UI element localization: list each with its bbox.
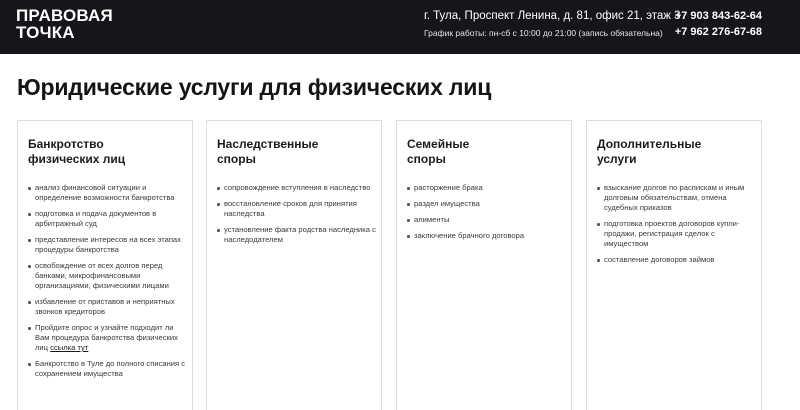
list-item: расторжение брака <box>407 183 567 193</box>
card-title-line-1: Дополнительные <box>597 137 702 151</box>
service-list: сопровождение вступления в наследство во… <box>217 183 377 251</box>
service-list: взыскание долгов по распискам и иным дол… <box>597 183 757 271</box>
list-item: сопровождение вступления в наследство <box>217 183 377 193</box>
list-item: подготовка и подача документов в арбитра… <box>28 209 188 229</box>
card-title-line-2: споры <box>217 152 256 166</box>
card-title-line-2: споры <box>407 152 446 166</box>
card-title: Дополнительные услуги <box>597 137 747 167</box>
survey-link[interactable]: ссылка тут <box>50 343 88 352</box>
phone-link-2[interactable]: +7 962 276-67-68 <box>675 26 762 38</box>
list-item: представление интересов на всех этапах п… <box>28 235 188 255</box>
card-title-line-1: Семейные <box>407 137 470 151</box>
card-title-line-2: физических лиц <box>28 152 126 166</box>
service-card-bankruptcy: Банкротство физических лиц анализ финанс… <box>17 120 193 410</box>
service-list: расторжение брака раздел имущества алиме… <box>407 183 567 247</box>
list-item: освобождение от всех долгов перед банкам… <box>28 261 188 291</box>
card-title-line-2: услуги <box>597 152 637 166</box>
page-title: Юридические услуги для физических лиц <box>17 74 492 100</box>
list-item: подготовка проектов договоров купли-прод… <box>597 219 757 249</box>
list-item: составление договоров займов <box>597 255 757 265</box>
card-title-line-1: Банкротство <box>28 137 104 151</box>
list-item-survey: Пройдите опрос и узнайте подходит ли Вам… <box>28 323 188 353</box>
list-item: взыскание долгов по распискам и иным дол… <box>597 183 757 213</box>
list-item: установление факта родства наследника с … <box>217 225 377 245</box>
service-card-inheritance: Наследственные споры сопровождение вступ… <box>206 120 382 410</box>
card-title: Банкротство физических лиц <box>28 137 178 167</box>
card-title-line-1: Наследственные <box>217 137 319 151</box>
list-item: алименты <box>407 215 567 225</box>
service-card-family: Семейные споры расторжение брака раздел … <box>396 120 572 410</box>
list-item: Банкротство в Туле до полного списания с… <box>28 359 188 379</box>
list-item: восстановление сроков для принятия насле… <box>217 199 377 219</box>
working-hours: График работы: пн-сб с 10:00 до 21:00 (з… <box>424 28 663 38</box>
card-title: Наследственные споры <box>217 137 367 167</box>
phone-link-1[interactable]: +7 903 843-62-64 <box>675 10 762 22</box>
logo-line-1: ПРАВОВАЯ <box>16 6 113 25</box>
logo[interactable]: ПРАВОВАЯ ТОЧКА <box>16 7 156 41</box>
service-list: анализ финансовой ситуации и определение… <box>28 183 188 385</box>
address: г. Тула, Проспект Ленина, д. 81, офис 21… <box>424 10 681 22</box>
list-item: избавление от приставов и неприятных зво… <box>28 297 188 317</box>
service-card-additional: Дополнительные услуги взыскание долгов п… <box>586 120 762 410</box>
list-item: заключение брачного договора <box>407 231 567 241</box>
list-item: анализ финансовой ситуации и определение… <box>28 183 188 203</box>
site-header: ПРАВОВАЯ ТОЧКА г. Тула, Проспект Ленина,… <box>0 0 800 54</box>
logo-line-2: ТОЧКА <box>16 23 75 42</box>
card-title: Семейные споры <box>407 137 557 167</box>
list-item: раздел имущества <box>407 199 567 209</box>
